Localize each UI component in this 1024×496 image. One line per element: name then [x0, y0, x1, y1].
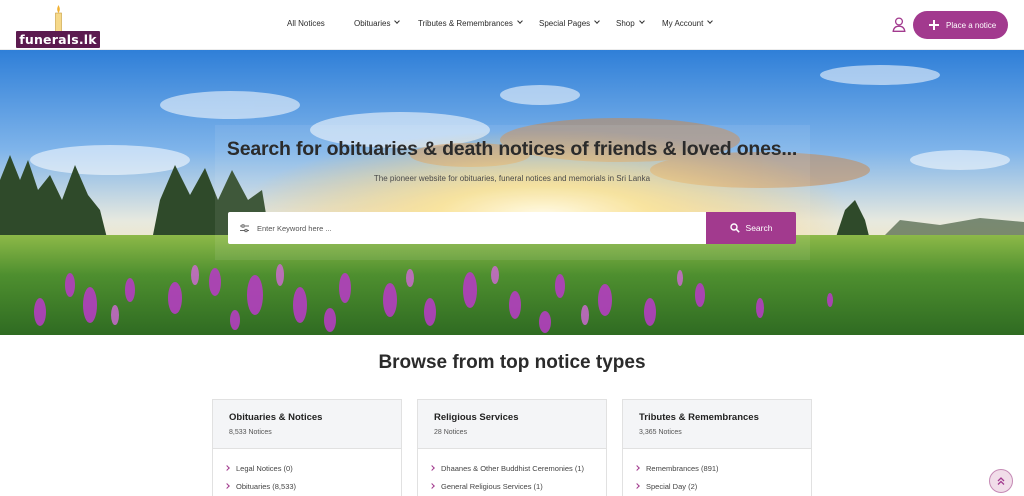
nav-label: Obituaries [354, 19, 391, 28]
notice-type-card-obituaries: Obituaries & Notices 8,533 Notices Legal… [212, 399, 402, 496]
site-logo[interactable]: funerals.lk [16, 4, 100, 48]
chevron-down-icon [707, 17, 714, 24]
chevron-down-icon [594, 17, 600, 24]
hero-subtitle: The pioneer website for obituaries, fune… [373, 174, 651, 183]
card-title[interactable]: Tributes & Remembrances [639, 412, 795, 423]
back-to-top-button[interactable] [989, 469, 1013, 493]
nav-label: Tributes & Remembrances [418, 19, 513, 28]
list-item-label: Dhaanes & Other Buddhist Ceremonies (1) [441, 463, 584, 473]
card-list: Remembrances (891) Special Day (2) [623, 449, 811, 495]
chevron-right-icon [634, 483, 640, 489]
list-item[interactable]: General Religious Services (1) [429, 477, 606, 495]
browse-section-title: Browse from top notice types [378, 352, 646, 373]
nav-label: All Notices [287, 19, 325, 28]
filter-icon[interactable] [240, 223, 249, 233]
notice-type-card-tributes: Tributes & Remembrances 3,365 Notices Re… [622, 399, 812, 496]
place-notice-label: Place a notice [946, 20, 997, 30]
nav-shop[interactable]: Shop [616, 17, 645, 28]
list-item[interactable]: Legal Notices (0) [224, 459, 401, 477]
user-icon[interactable] [892, 17, 906, 32]
site-header: funerals.lk All Notices Obituaries Tribu… [0, 0, 1024, 50]
logo-text: funerals.lk [19, 32, 97, 47]
place-notice-button[interactable]: Place a notice [913, 11, 1008, 39]
list-item-label: Obituaries (8,533) [236, 481, 297, 491]
list-item-label: Legal Notices (0) [236, 463, 293, 473]
nav-special-pages[interactable]: Special Pages [539, 17, 600, 28]
nav-tributes-remembrances[interactable]: Tributes & Remembrances [418, 17, 523, 28]
search-field-container [228, 212, 706, 244]
search-button[interactable]: Search [706, 212, 796, 244]
search-input[interactable] [257, 223, 677, 233]
chevron-down-icon [638, 17, 645, 24]
hero-background-image [0, 50, 1024, 335]
logo-plate: funerals.lk [16, 31, 100, 48]
list-item[interactable]: Remembrances (891) [634, 459, 811, 477]
card-list: Legal Notices (0) Obituaries (8,533) [213, 449, 401, 495]
chevron-right-icon [224, 465, 230, 471]
chevron-down-icon [394, 17, 401, 24]
nav-my-account[interactable]: My Account [662, 17, 714, 28]
card-count: 3,365 Notices [639, 429, 682, 436]
search-bar: Search [228, 212, 796, 244]
list-item[interactable]: Dhaanes & Other Buddhist Ceremonies (1) [429, 459, 606, 477]
card-header: Obituaries & Notices 8,533 Notices [213, 400, 401, 449]
nav-obituaries[interactable]: Obituaries [354, 17, 401, 28]
notice-type-card-religious-services: Religious Services 28 Notices Dhaanes & … [417, 399, 607, 496]
chevron-right-icon [634, 465, 640, 471]
card-count: 8,533 Notices [229, 429, 272, 436]
list-item[interactable]: Obituaries (8,533) [224, 477, 401, 495]
nav-label: Special Pages [539, 19, 591, 28]
card-title[interactable]: Religious Services [434, 412, 590, 423]
search-icon [729, 223, 740, 233]
chevron-right-icon [429, 483, 435, 489]
card-title[interactable]: Obituaries & Notices [229, 412, 385, 423]
nav-label: Shop [616, 19, 635, 28]
card-count: 28 Notices [434, 429, 468, 436]
card-header: Tributes & Remembrances 3,365 Notices [623, 400, 811, 449]
chevron-right-icon [429, 465, 435, 471]
nav-all-notices[interactable]: All Notices [287, 19, 325, 28]
list-item-label: General Religious Services (1) [441, 481, 543, 491]
candle-icon [55, 5, 62, 33]
nav-label: My Account [662, 19, 704, 28]
hero-title: Search for obituaries & death notices of… [226, 138, 798, 160]
list-item-label: Special Day (2) [646, 481, 698, 491]
card-header: Religious Services 28 Notices [418, 400, 606, 449]
card-list: Dhaanes & Other Buddhist Ceremonies (1) … [418, 449, 606, 495]
chevron-right-icon [224, 483, 230, 489]
list-item[interactable]: Special Day (2) [634, 477, 811, 495]
double-chevron-up-icon [997, 477, 1005, 485]
chevron-down-icon [517, 17, 523, 24]
plus-icon [929, 20, 939, 30]
search-button-label: Search [745, 223, 773, 233]
list-item-label: Remembrances (891) [646, 463, 719, 473]
hero-banner: Search for obituaries & death notices of… [0, 50, 1024, 335]
